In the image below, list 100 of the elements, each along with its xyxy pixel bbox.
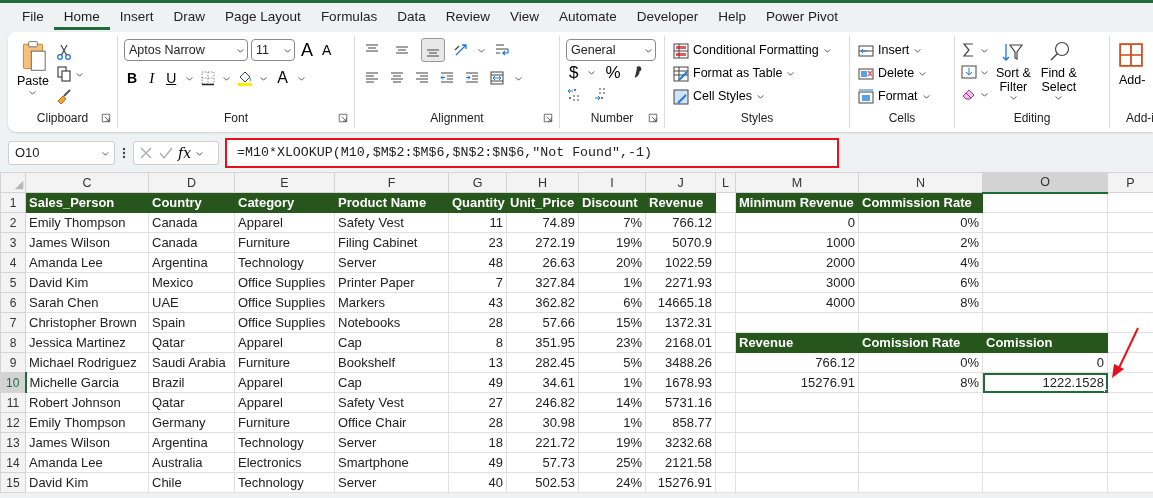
find-select-button[interactable]: Find & Select [1037, 39, 1080, 108]
more-icon[interactable] [121, 146, 127, 160]
paste-button[interactable]: Paste [14, 39, 52, 108]
brush-icon[interactable] [55, 88, 72, 104]
menu-tab[interactable]: View [499, 5, 549, 30]
dialog-launcher-icon[interactable] [338, 113, 348, 123]
table-button[interactable]: Format as Table [671, 62, 834, 85]
shrink-font-button[interactable]: A [319, 43, 335, 57]
caret-icon[interactable] [913, 46, 923, 55]
menu-tab[interactable]: Page Layout [215, 5, 311, 30]
align-left-icon[interactable] [364, 70, 380, 86]
row-number[interactable]: 12 [0, 412, 26, 433]
align-center-icon[interactable] [389, 70, 405, 86]
borders-icon[interactable] [200, 70, 217, 86]
menu-tab[interactable]: Help [708, 5, 757, 30]
column-letter[interactable]: M [735, 172, 859, 193]
column-letter[interactable]: P [1107, 172, 1153, 193]
font-size-field[interactable]: 11 [251, 39, 295, 61]
row-number[interactable]: 1 [0, 192, 26, 213]
fill-down-icon[interactable] [961, 64, 977, 80]
decrease-decimal-icon[interactable] [592, 86, 608, 102]
column-letter[interactable]: O [982, 172, 1108, 193]
menu-tab[interactable]: Power Pivot [756, 5, 849, 30]
copy-icon[interactable] [55, 66, 72, 82]
cell-value: 49 [448, 372, 507, 393]
menu-tab[interactable]: Automate [548, 5, 627, 30]
row-number[interactable]: 11 [0, 392, 26, 413]
menu-tab[interactable]: Data [387, 5, 436, 30]
delete-button[interactable]: Delete [856, 62, 933, 85]
italic-button[interactable]: I [146, 70, 158, 86]
dialog-launcher-icon[interactable] [648, 113, 658, 123]
decrease-indent-icon[interactable] [439, 70, 455, 86]
increase-decimal-icon[interactable] [566, 86, 582, 102]
name-box[interactable]: O10 [8, 141, 115, 165]
column-letter[interactable]: F [334, 172, 449, 193]
insert-button[interactable]: Insert [856, 39, 933, 62]
row-number[interactable]: 9 [0, 352, 26, 373]
insert-function-button[interactable]: fx [178, 142, 192, 164]
bold-button[interactable]: B [124, 71, 141, 85]
cell-value: Technology [234, 252, 335, 273]
column-letter[interactable]: N [858, 172, 983, 193]
cancel-icon[interactable] [138, 145, 154, 161]
column-letter[interactable]: G [448, 172, 507, 193]
cell-value: Electronics [234, 452, 335, 473]
row-number[interactable]: 10 [0, 372, 26, 393]
underline-button[interactable]: U [163, 71, 180, 85]
font-color-button[interactable]: A [274, 70, 291, 86]
column-letter[interactable]: I [578, 172, 646, 193]
selected-cell[interactable]: 1222.1528 [982, 372, 1108, 393]
increase-indent-icon[interactable] [464, 70, 480, 86]
formula-field[interactable]: =M10*XLOOKUP(M10,$M$2:$M$6,$N$2:$N$6,"Not Found",-1) [225, 138, 839, 168]
menu-tab[interactable]: Developer [626, 5, 709, 30]
add-ins-button[interactable]: Add- [1116, 39, 1149, 108]
dialog-launcher-icon[interactable] [101, 113, 111, 123]
menu-tab[interactable]: Home [53, 5, 110, 30]
caret-icon[interactable] [786, 69, 796, 78]
row-number[interactable]: 15 [0, 472, 26, 493]
format-button[interactable]: Format [856, 85, 933, 108]
row-number[interactable]: 6 [0, 292, 26, 313]
dialog-launcher-icon[interactable] [543, 113, 553, 123]
menu-tab[interactable]: Draw [163, 5, 216, 30]
column-letter[interactable]: E [234, 172, 335, 193]
column-letter[interactable]: H [506, 172, 579, 193]
caret-icon[interactable] [921, 92, 931, 101]
caret-icon[interactable] [28, 88, 38, 98]
grow-font-button[interactable]: A [298, 41, 316, 59]
scissors-icon[interactable] [55, 44, 72, 60]
caret-icon[interactable] [822, 46, 832, 55]
conditional-button[interactable]: Conditional Formatting [671, 39, 834, 62]
menu-tab[interactable]: File [12, 5, 54, 30]
caret-icon[interactable] [756, 92, 766, 101]
column-letter[interactable]: L [715, 172, 736, 193]
row-number[interactable]: 13 [0, 432, 26, 453]
row-number[interactable]: 14 [0, 452, 26, 473]
row-number[interactable]: 7 [0, 312, 26, 333]
fill-color-icon[interactable] [237, 70, 254, 86]
merge-icon[interactable] [489, 70, 505, 86]
orientation-icon[interactable] [453, 42, 469, 58]
percent-button[interactable]: % [602, 63, 624, 81]
cell-styles-button[interactable]: Cell Styles [671, 85, 834, 108]
wrap-text-icon[interactable] [494, 42, 510, 58]
row-number[interactable]: 4 [0, 252, 26, 273]
column-letter[interactable]: D [148, 172, 235, 193]
menu-tab[interactable]: Formulas [310, 5, 388, 30]
column-letter[interactable]: J [645, 172, 716, 193]
align-right-icon[interactable] [414, 70, 430, 86]
menu-tab[interactable]: Review [435, 5, 500, 30]
row-number[interactable]: 5 [0, 272, 26, 293]
check-icon[interactable] [158, 145, 174, 161]
cell-value: 14% [578, 392, 646, 413]
caret-icon[interactable] [918, 69, 928, 78]
row-number[interactable]: 2 [0, 212, 26, 233]
row-number[interactable]: 8 [0, 332, 26, 353]
menu-tab[interactable]: Insert [109, 5, 164, 30]
number-format-field[interactable]: General [566, 39, 656, 61]
font-name-field[interactable]: Aptos Narrow [124, 39, 248, 61]
currency-button[interactable]: $ [566, 63, 582, 81]
column-letter[interactable]: C [25, 172, 149, 193]
row-number[interactable]: 3 [0, 232, 26, 253]
sort-filter-button[interactable]: Sort & Filter [993, 39, 1034, 108]
